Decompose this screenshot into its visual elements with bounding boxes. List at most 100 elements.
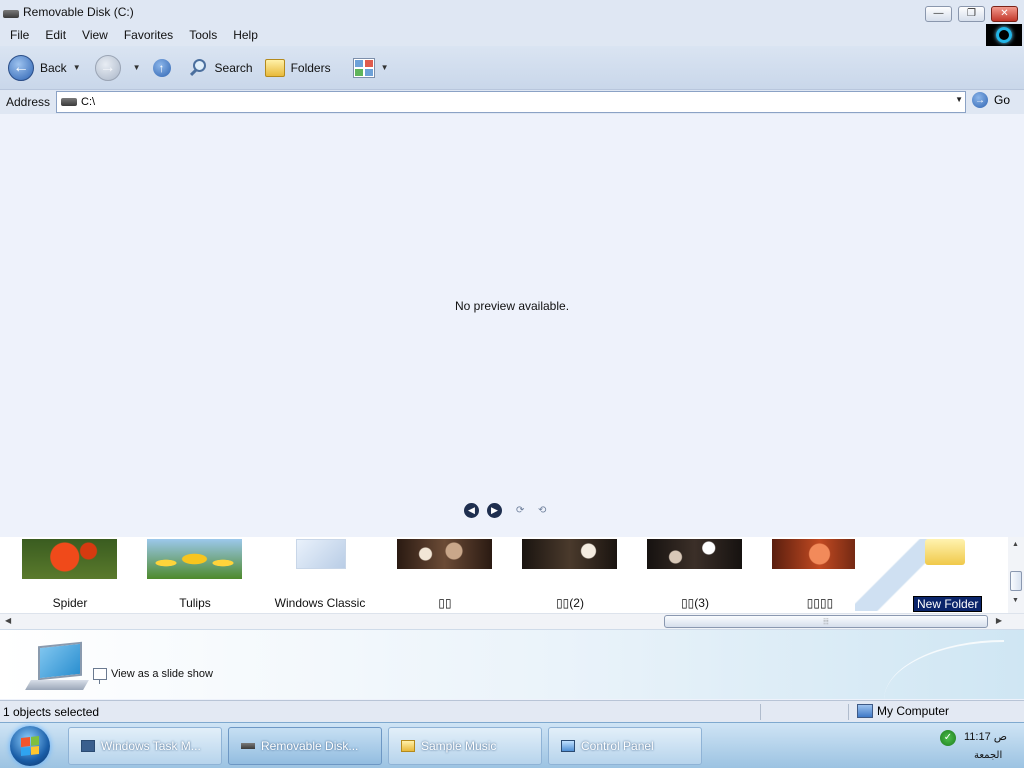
start-button[interactable] — [10, 726, 50, 766]
system-tray: ✓ 11:17 ص الجمعة — [936, 726, 1020, 766]
menu-edit[interactable]: Edit — [37, 28, 74, 42]
thumbnail-item[interactable]: Spider — [0, 539, 125, 613]
selection-status: 1 objects selected — [3, 704, 100, 719]
folders-button[interactable]: Folders — [264, 58, 331, 77]
up-arrow-icon: ↑ — [152, 58, 171, 77]
slideshow-label: View as a slide show — [111, 668, 213, 680]
thumbnail-image — [22, 539, 117, 579]
scroll-up-icon[interactable]: ▲ — [1012, 541, 1019, 548]
forward-arrow-icon: → — [94, 54, 121, 81]
laptop-icon — [25, 641, 89, 692]
search-label: Search — [214, 60, 253, 75]
title-bar: Removable Disk (C:) — ❐ ✕ — [0, 0, 1024, 24]
thumbnail-caption: ▯▯ — [438, 596, 452, 610]
decorative-swoosh — [884, 640, 1004, 699]
scroll-thumb[interactable] — [1010, 571, 1022, 591]
toolbar: ← Back ▼ → ▼ ↑ Search Folders ▼ — [0, 46, 1024, 90]
next-image-button[interactable]: ▶ — [487, 503, 502, 518]
ring-icon — [996, 27, 1012, 43]
windows-classic-icon — [296, 539, 346, 569]
menu-bar: File Edit View Favorites Tools Help — [0, 24, 1024, 46]
scroll-right-icon[interactable]: ▶ — [996, 616, 1002, 625]
taskbar-item-label: Windows Task M... — [101, 739, 201, 753]
restore-button[interactable]: ❐ — [958, 6, 985, 22]
views-icon — [352, 57, 375, 78]
menu-view[interactable]: View — [74, 28, 116, 42]
rename-input[interactable]: New Folder — [911, 595, 984, 613]
menu-file[interactable]: File — [0, 28, 37, 42]
menu-help[interactable]: Help — [225, 28, 266, 42]
folder-icon — [401, 740, 415, 752]
window-title: Removable Disk (C:) — [23, 5, 134, 19]
taskbar-item-removable-disk[interactable]: Removable Disk... — [228, 727, 382, 765]
back-arrow-icon: ← — [8, 54, 34, 81]
no-preview-message: No preview available. — [454, 299, 570, 313]
thumbnail-item[interactable]: ▯▯ — [375, 539, 500, 613]
up-folder-button[interactable]: ↑ — [152, 58, 171, 77]
taskbar-item-control-panel[interactable]: Control Panel — [548, 727, 702, 765]
address-bar: Address C:\ ▼ → Go — [0, 90, 1024, 114]
forward-button[interactable]: → ▼ — [94, 54, 141, 81]
folder-icon — [925, 539, 965, 565]
status-bar: 1 objects selected My Computer — [0, 700, 1024, 722]
location-zone: My Computer — [857, 704, 949, 718]
back-dropdown-icon[interactable]: ▼ — [73, 63, 81, 72]
folders-label: Folders — [290, 60, 331, 75]
back-label: Back — [40, 60, 67, 75]
address-dropdown-icon[interactable]: ▼ — [955, 95, 963, 104]
minimize-button[interactable]: — — [925, 6, 952, 22]
previous-image-button[interactable]: ◀ — [464, 503, 479, 518]
thumbnail-image — [522, 539, 617, 569]
taskbar-item-label: Sample Music — [421, 739, 497, 753]
thumbnail-item-selected[interactable]: New Folder — [855, 539, 1000, 613]
taskbar-item-sample-music[interactable]: Sample Music — [388, 727, 542, 765]
clock-time[interactable]: 11:17 ص — [964, 730, 1007, 743]
thumbnail-item[interactable]: Windows Classic — [250, 539, 375, 613]
my-computer-icon — [857, 704, 873, 718]
windows-brand-logo — [986, 24, 1022, 46]
menu-favorites[interactable]: Favorites — [116, 28, 181, 42]
address-label: Address — [6, 95, 51, 109]
menu-tools[interactable]: Tools — [181, 28, 225, 42]
image-preview-pane: No preview available. ◀ ▶ ⟳ ⟲ — [0, 115, 1024, 537]
scroll-down-icon[interactable]: ▼ — [1012, 597, 1019, 604]
preview-controls: ◀ ▶ ⟳ ⟲ — [464, 503, 552, 518]
views-button[interactable]: ▼ — [352, 57, 389, 78]
removable-drive-icon — [241, 743, 255, 749]
back-button[interactable]: ← Back ▼ — [8, 54, 81, 81]
thumbnail-caption: ▯▯(3) — [681, 596, 709, 610]
view-slideshow-link[interactable]: View as a slide show — [93, 668, 213, 684]
taskbar-item-task-manager[interactable]: Windows Task M... — [68, 727, 222, 765]
windows-flag-icon — [21, 736, 39, 756]
thumbnail-item[interactable]: ▯▯(3) — [625, 539, 750, 613]
thumbnail-caption: Windows Classic — [274, 596, 366, 610]
thumbnail-image — [147, 539, 242, 579]
thumbnail-image — [397, 539, 492, 569]
filmstrip-horizontal-scrollbar[interactable]: ◀ ⦙⦙⦙ ▶ — [0, 613, 1024, 629]
filmstrip-vertical-scrollbar[interactable]: ▲ ▼ — [1008, 537, 1024, 613]
removable-drive-icon — [61, 98, 77, 106]
location-label: My Computer — [877, 704, 950, 718]
slideshow-icon — [93, 668, 107, 684]
search-icon — [189, 58, 209, 78]
rotate-counterclockwise-icon[interactable]: ⟲ — [538, 505, 552, 516]
address-input[interactable]: C:\ ▼ — [56, 91, 966, 113]
thumbnail-item[interactable]: Tulips — [125, 539, 250, 613]
go-button[interactable]: → Go — [972, 92, 1010, 108]
scroll-thumb[interactable]: ⦙⦙⦙ — [664, 615, 988, 628]
folders-icon — [264, 58, 285, 77]
rotate-clockwise-icon[interactable]: ⟳ — [516, 505, 530, 516]
scroll-left-icon[interactable]: ◀ — [5, 616, 11, 625]
picture-tasks-band: View as a slide show — [0, 629, 1024, 699]
security-shield-icon[interactable]: ✓ — [940, 730, 956, 746]
thumbnail-item[interactable]: ▯▯(2) — [500, 539, 625, 613]
search-button[interactable]: Search — [189, 58, 253, 78]
task-manager-icon — [81, 740, 95, 752]
forward-dropdown-icon[interactable]: ▼ — [133, 63, 141, 72]
taskbar: Windows Task M... Removable Disk... Samp… — [0, 722, 1024, 768]
thumbnail-caption: Spider — [52, 596, 88, 610]
views-dropdown-icon: ▼ — [380, 63, 389, 72]
close-button[interactable]: ✕ — [991, 6, 1018, 22]
filmstrip: Spider Tulips Windows Classic ▯▯ ▯▯(2) ▯… — [0, 537, 1024, 613]
window-controls: — ❐ ✕ — [925, 6, 1018, 22]
